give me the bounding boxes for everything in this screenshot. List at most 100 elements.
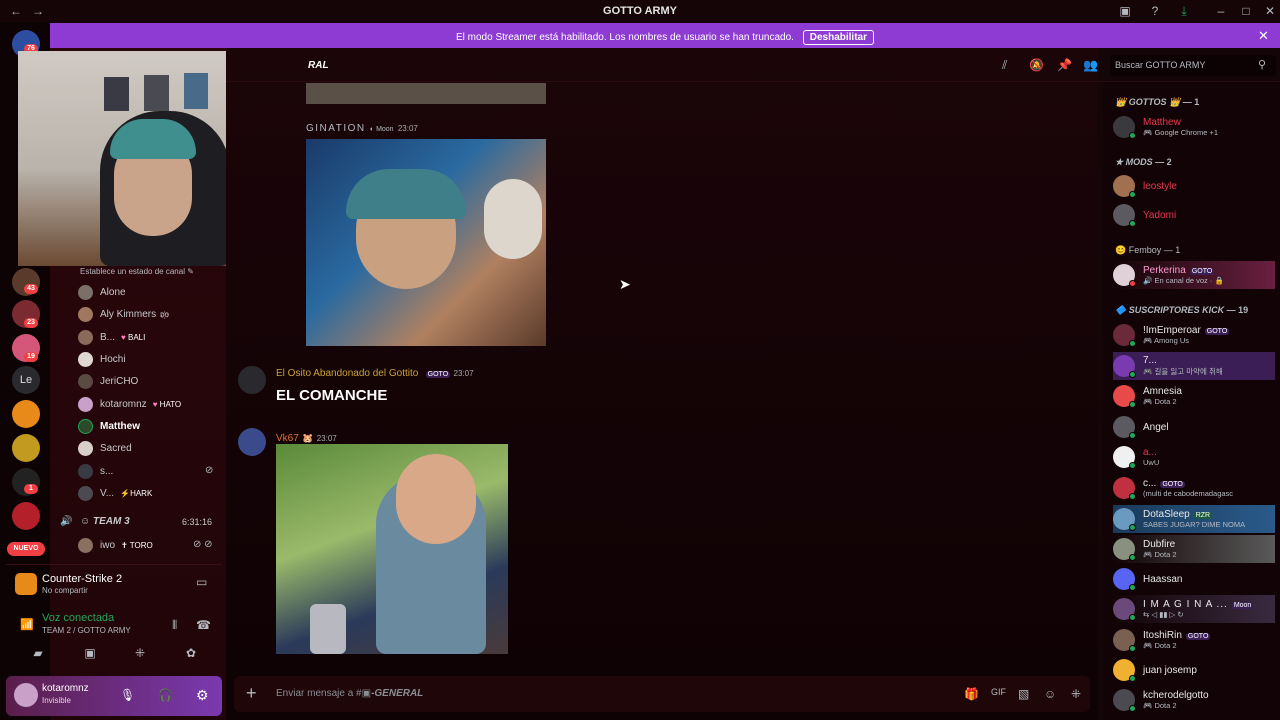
avatar[interactable] <box>14 683 38 707</box>
avatar <box>78 418 93 434</box>
soundboard-icon[interactable]: ✿ <box>183 646 199 660</box>
image-attachment[interactable] <box>276 444 508 654</box>
gif-icon[interactable]: GIF <box>991 687 1006 697</box>
gear-icon[interactable]: ⚙ <box>196 687 209 704</box>
voice-member[interactable]: Alone <box>78 282 126 302</box>
member-item[interactable]: Perkerina GOTO 🔊 En canal de voz · 🔒 <box>1113 261 1275 289</box>
screen-share-icon[interactable]: ▣ <box>82 646 98 660</box>
gift-icon[interactable]: 🎁 <box>964 687 979 701</box>
search-input[interactable]: Buscar GOTTO ARMY ⚲ <box>1110 55 1276 76</box>
new-badge[interactable]: NUEVO <box>7 542 45 556</box>
threads-icon[interactable]: ⫽ <box>1002 58 1007 73</box>
member-item[interactable]: Matthew 🎮 Google Chrome +1 <box>1113 113 1218 141</box>
noise-suppression-icon[interactable]: ⦀ <box>172 618 177 633</box>
image-attachment[interactable] <box>306 83 546 104</box>
apps-icon[interactable]: ⁜ <box>1071 687 1081 701</box>
member-category: 😊 Femboy — 1 <box>1115 245 1181 255</box>
input-channel: -GENERAL <box>371 688 424 699</box>
voice-channel-icon: 🔊 <box>60 516 73 527</box>
member-item[interactable]: juan josemp <box>1113 656 1197 684</box>
message-author[interactable]: El Osito Abandonado del Gottito <box>276 368 418 379</box>
streamer-mode-banner: El modo Streamer está habilitado. Los no… <box>50 23 1280 48</box>
member-item[interactable]: a... UwU <box>1113 443 1159 471</box>
streamer-hair <box>110 119 196 159</box>
screen-share-icon[interactable]: ▭ <box>196 575 207 589</box>
voice-member[interactable]: JeriCHO <box>78 371 138 391</box>
message-author[interactable]: Vk67 <box>276 433 299 444</box>
mention-badge: 43 <box>24 284 38 294</box>
member-item[interactable]: c... GOTO (multi de cabodemadagasc <box>1113 474 1233 502</box>
message-author[interactable]: GINATION ◐ Moon 23:07 <box>306 123 418 134</box>
member-item[interactable]: leostyle <box>1113 172 1177 200</box>
member-item[interactable]: kcherodelgotto 🎮 Dota 2 <box>1113 686 1209 714</box>
voice-member[interactable]: Aly Kimmers ᴅ҉ᴏ <box>78 304 169 324</box>
inbox-icon[interactable]: ▣ <box>1117 3 1133 19</box>
member-item[interactable]: 7... 🎮 길을 잃고 마약에 취해 <box>1113 352 1275 380</box>
avatar <box>1113 385 1136 408</box>
voice-member[interactable]: V... ⚡HARK <box>78 483 152 503</box>
voice-member[interactable]: s... <box>78 461 113 481</box>
emoji-icon[interactable]: ☺ <box>1044 687 1056 701</box>
member-item[interactable]: Yadomi <box>1113 201 1176 229</box>
image-attachment[interactable] <box>306 139 546 346</box>
timestamp: 23:07 <box>453 369 474 378</box>
voice-channel-team3[interactable]: ☺ TEAM 3 <box>80 516 130 527</box>
input-placeholder: Enviar mensaje a # <box>276 688 362 699</box>
close-banner-icon[interactable]: ✕ <box>1258 28 1269 44</box>
activity-panel: Counter-Strike 2 No compartir ▭ <box>6 564 222 604</box>
voice-member[interactable]: B... ♥ BALI <box>78 327 145 347</box>
server-icon[interactable] <box>12 502 40 530</box>
voice-member[interactable]: iwo ✝ TORO <box>78 535 153 555</box>
disable-streamer-button[interactable]: Deshabilitar <box>802 30 874 45</box>
avatar <box>78 284 93 300</box>
add-attachment-icon[interactable]: + <box>246 683 257 704</box>
signal-icon[interactable]: 📶 <box>20 618 34 631</box>
maximize-icon[interactable]: □ <box>1238 3 1254 19</box>
member-list-icon[interactable]: 👥 <box>1083 58 1098 72</box>
voice-member[interactable]: Sacred <box>78 438 132 458</box>
plush-photo <box>484 179 542 259</box>
avatar <box>1113 355 1136 378</box>
member-item[interactable]: !ImEmperoar GOTO 🎮 Among Us <box>1113 321 1230 349</box>
member-item[interactable]: Angel <box>1113 413 1169 441</box>
member-item[interactable]: I M A G I N A ... Moon ⇆ ◁ ▮▮ ▷ ↻ <box>1113 595 1275 623</box>
camera-off-icon[interactable]: ▰ <box>30 646 46 660</box>
voice-member[interactable]: kotaromnz ♥ HATO <box>78 394 181 414</box>
close-window-icon[interactable]: ✕ <box>1262 3 1278 19</box>
member-item[interactable]: Dubfire 🎮 Dota 2 <box>1113 535 1275 563</box>
sticker-icon[interactable]: ▧ <box>1018 687 1029 701</box>
member-item[interactable]: Haassan <box>1113 565 1182 593</box>
face-photo <box>396 454 476 544</box>
muted-icon: ⊘ ⊘ <box>193 539 213 550</box>
server-icon[interactable] <box>12 400 40 428</box>
channel-status-prompt[interactable]: Establece un estado de canal ✎ <box>80 267 194 276</box>
hair-photo <box>346 169 466 219</box>
headphones-icon[interactable]: 🎧 <box>158 688 173 702</box>
avatar <box>1113 116 1136 139</box>
member-item[interactable]: DotaSleep RZR SABES JUGAR? DIME NOMA <box>1113 505 1275 533</box>
avatar <box>1113 629 1136 652</box>
activities-icon[interactable]: ⁜ <box>132 646 148 660</box>
member-item[interactable]: Amnesia 🎮 Dota 2 <box>1113 382 1182 410</box>
avatar[interactable] <box>238 428 266 456</box>
notification-bell-icon[interactable]: 🔕 <box>1029 58 1044 72</box>
avatar[interactable] <box>238 366 266 394</box>
avatar <box>1113 204 1136 227</box>
voice-location[interactable]: TEAM 2 / GOTTO ARMY <box>42 626 131 635</box>
voice-member[interactable]: Matthew <box>78 416 140 436</box>
banner-message: El modo Streamer está habilitado. Los no… <box>455 32 794 43</box>
avatar <box>1113 598 1136 621</box>
pin-icon[interactable]: 📌 <box>1057 58 1072 72</box>
avatar <box>1113 264 1136 287</box>
server-le[interactable]: Le <box>12 366 40 394</box>
disconnect-icon[interactable]: ☎ <box>196 618 211 632</box>
help-icon[interactable]: ? <box>1147 3 1163 19</box>
minimize-icon[interactable]: – <box>1213 3 1229 19</box>
server-icon[interactable] <box>12 434 40 462</box>
avatar <box>1113 568 1136 591</box>
message-input[interactable]: + Enviar mensaje a #▣-GENERAL 🎁 GIF ▧ ☺ … <box>234 676 1090 712</box>
microphone-icon[interactable]: 🎙 <box>120 688 135 702</box>
download-icon[interactable]: ⤓ <box>1176 3 1192 19</box>
member-item[interactable]: ItoshiRin GOTO 🎮 Dota 2 <box>1113 626 1211 654</box>
voice-member[interactable]: Hochi <box>78 349 126 369</box>
